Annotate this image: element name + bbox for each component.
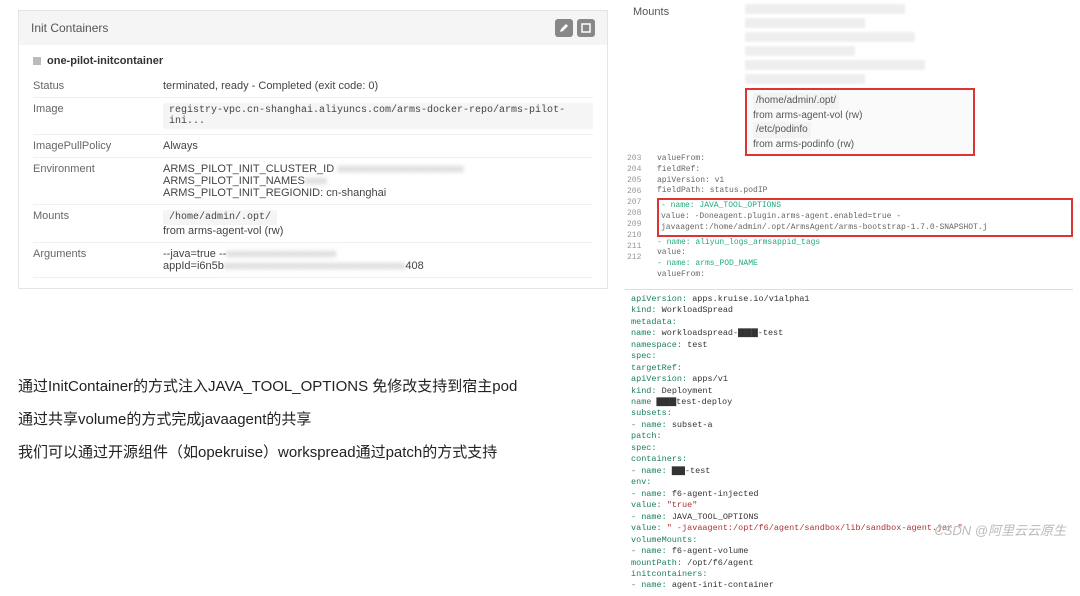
args-1-blur: xxxxxxxxxxxxxxxxxxxx	[226, 248, 336, 260]
env-row: Environment ARMS_PILOT_INIT_CLUSTER_ID x…	[33, 158, 593, 205]
edit-icon[interactable]	[555, 19, 573, 37]
args-2-tail: 408	[405, 260, 423, 272]
java-tool-options-highlight: - name: JAVA_TOOL_OPTIONS value: -Doneag…	[657, 198, 1073, 236]
right-mounts-area: Mounts /home/admin/.opt/ from arms-agent…	[625, 0, 1073, 150]
mount-path-1: /home/admin/.opt/	[753, 93, 839, 109]
code-l3: apiVersion: v1	[657, 176, 1073, 187]
pullpolicy-row: ImagePullPolicy Always	[33, 135, 593, 158]
mount-from-2: from arms-podinfo (rw)	[753, 138, 967, 152]
status-label: Status	[33, 80, 163, 92]
env-2-blur: xxxx	[305, 175, 327, 187]
mount-path-2: /etc/podinfo	[753, 122, 811, 138]
env-1: ARMS_PILOT_INIT_CLUSTER_ID	[163, 163, 334, 175]
status-row: Status terminated, ready - Completed (ex…	[33, 75, 593, 98]
blurred-mounts	[745, 4, 1005, 84]
line-gutter: 203204205206207208209210211212	[627, 154, 641, 264]
code-red2: value: -Doneagent.plugin.arms-agent.enab…	[661, 212, 1069, 234]
container-name: one-pilot-initcontainer	[47, 55, 163, 67]
desc-line-3: 我们可以通过开源组件（如opekruise）workspread通过patch的…	[18, 436, 517, 469]
description-text: 通过InitContainer的方式注入JAVA_TOOL_OPTIONS 免修…	[18, 370, 517, 469]
code-l7: - name: arms_POD_NAME	[657, 259, 1073, 270]
pullpolicy-label: ImagePullPolicy	[33, 140, 163, 152]
status-square-icon	[33, 57, 41, 65]
args-2-blur: xxxxxxxxxxxxxxxxxxxxxxxxxxxxxxxxx	[224, 260, 406, 272]
status-value: terminated, ready - Completed (exit code…	[163, 80, 593, 92]
panel-header: Init Containers	[19, 11, 607, 45]
init-containers-panel: Init Containers one-pilot-initcontainer …	[18, 10, 608, 289]
workloadspread-yaml: apiVersion: apps.kruise.io/v1alpha1 kind…	[625, 289, 1073, 596]
mounts-label: Mounts	[33, 210, 163, 237]
args-label: Arguments	[33, 248, 163, 272]
code-l8: valueFrom:	[657, 270, 1073, 281]
args-row: Arguments --java=true --xxxxxxxxxxxxxxxx…	[33, 243, 593, 278]
pullpolicy-value: Always	[163, 140, 593, 152]
env-code-snippet: 203204205206207208209210211212 valueFrom…	[625, 154, 1073, 281]
env-label: Environment	[33, 163, 163, 199]
desc-line-1: 通过InitContainer的方式注入JAVA_TOOL_OPTIONS 免修…	[18, 370, 517, 403]
code-l6: value:	[657, 248, 1073, 259]
code-l4: fieldPath: status.podIP	[657, 186, 1073, 197]
image-row: Image registry-vpc.cn-shanghai.aliyuncs.…	[33, 98, 593, 135]
panel-title: Init Containers	[31, 21, 108, 35]
env-1-blur: xxxxxxxxxxxxxxxxxxxxxxx	[337, 163, 464, 175]
mounts-path: /home/admin/.opt/	[163, 210, 277, 225]
args-1: --java=true --	[163, 248, 226, 260]
image-value: registry-vpc.cn-shanghai.aliyuncs.com/ar…	[163, 103, 593, 129]
expand-icon[interactable]	[577, 19, 595, 37]
header-actions	[555, 19, 595, 37]
args-2: appId=i6n5b	[163, 260, 224, 272]
mounts-from: from arms-agent-vol (rw)	[163, 225, 593, 237]
desc-line-2: 通过共享volume的方式完成javaagent的共享	[18, 403, 517, 436]
code-l1: valueFrom:	[657, 154, 1073, 165]
code-l5: - name: aliyun_logs_armsappid_tags	[657, 238, 1073, 249]
mount-from-1: from arms-agent-vol (rw)	[753, 109, 967, 123]
container-name-row: one-pilot-initcontainer	[33, 55, 593, 67]
mounts-highlight-box: /home/admin/.opt/ from arms-agent-vol (r…	[745, 88, 975, 156]
env-2: ARMS_PILOT_INIT_NAMES	[163, 175, 305, 187]
code-red1: - name: JAVA_TOOL_OPTIONS	[661, 201, 1069, 212]
env-3: ARMS_PILOT_INIT_REGIONID: cn-shanghai	[163, 187, 593, 199]
right-mounts-label: Mounts	[633, 6, 669, 18]
mounts-row: Mounts /home/admin/.opt/ from arms-agent…	[33, 205, 593, 243]
image-label: Image	[33, 103, 163, 129]
watermark: CSDN @阿里云云原生	[934, 520, 1066, 539]
code-l2: fieldRef:	[657, 165, 1073, 176]
